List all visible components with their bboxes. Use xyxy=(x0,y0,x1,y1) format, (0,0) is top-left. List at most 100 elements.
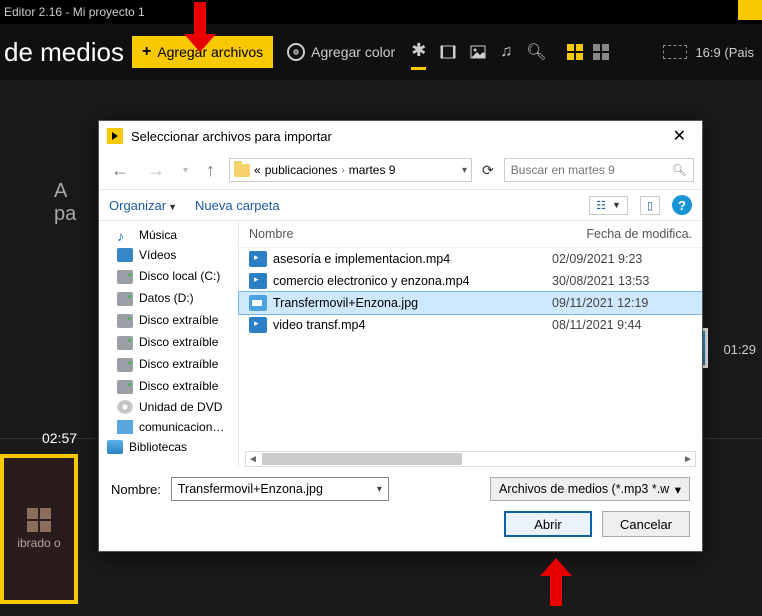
file-row[interactable]: comercio electronico y enzona.mp430/08/2… xyxy=(239,270,702,292)
crumb-1[interactable]: publicaciones xyxy=(265,163,338,177)
network-icon xyxy=(117,420,133,434)
tree-ext-2[interactable]: Disco extraíble xyxy=(99,331,238,353)
chevron-down-icon[interactable]: ▾ xyxy=(675,482,681,497)
dialog-title: Seleccionar archivos para importar xyxy=(131,129,332,144)
organize-menu[interactable]: Organizar▼ xyxy=(109,198,177,213)
scroll-right-icon[interactable]: ► xyxy=(681,454,695,465)
tree-music[interactable]: ♪Música xyxy=(99,225,238,245)
app-title: Editor 2.16 - Mi proyecto 1 xyxy=(4,5,145,19)
scroll-left-icon[interactable]: ◄ xyxy=(246,454,260,465)
filename-input[interactable]: Transfermovil+Enzona.jpg ▾ xyxy=(171,477,389,501)
chevron-down-icon[interactable]: ▾ xyxy=(462,165,467,176)
timeline-time-right: 01:29 xyxy=(723,342,756,357)
section-title: de medios xyxy=(4,37,124,68)
video-folder-icon xyxy=(117,248,133,262)
view-mode-group xyxy=(567,44,609,60)
cancel-button[interactable]: Cancelar xyxy=(602,511,690,537)
grid-small-icon[interactable] xyxy=(593,44,609,60)
favorites-tab-icon[interactable]: ✱ xyxy=(411,40,426,70)
file-type-filter[interactable]: Archivos de medios (*.mp3 *.w ▾ xyxy=(490,477,690,501)
drive-icon xyxy=(117,314,133,328)
tree-ext-3[interactable]: Disco extraíble xyxy=(99,353,238,375)
video-icon[interactable] xyxy=(440,44,456,60)
video-file-icon xyxy=(249,273,267,289)
preview-pane-button[interactable]: ▯ xyxy=(640,196,660,215)
music-note-icon: ♪ xyxy=(117,228,133,242)
filename-label: Nombre: xyxy=(111,482,161,497)
workspace-hint: A pa xyxy=(54,180,76,226)
tree-data-d[interactable]: Datos (D:) xyxy=(99,287,238,309)
nav-up-icon[interactable]: ↑ xyxy=(202,158,219,183)
media-toolbar: de medios + Agregar archivos Agregar col… xyxy=(0,24,762,80)
drop-label: ibrado o xyxy=(17,536,60,550)
tree-ext-1[interactable]: Disco extraíble xyxy=(99,309,238,331)
file-list: Nombre Fecha de modifica. asesoría e imp… xyxy=(239,221,702,467)
folder-icon xyxy=(234,164,250,177)
file-date: 09/11/2021 12:19 xyxy=(552,296,692,310)
file-row[interactable]: video transf.mp408/11/2021 9:44 xyxy=(239,314,702,336)
timeline-drop-zone[interactable]: ibrado o xyxy=(0,454,78,604)
video-file-icon xyxy=(249,251,267,267)
nav-forward-icon[interactable]: → xyxy=(143,158,169,183)
app-icon xyxy=(107,128,123,144)
close-icon[interactable]: ✕ xyxy=(665,124,694,148)
aspect-ratio-selector[interactable]: 16:9 (Pais xyxy=(663,45,758,60)
file-open-dialog: Seleccionar archivos para importar ✕ ← →… xyxy=(98,120,703,552)
chevron-down-icon[interactable]: ▾ xyxy=(377,484,382,495)
dialog-nav-bar: ← → ▾ ↑ « publicaciones › martes 9 ▾ ⟳ 🔍… xyxy=(99,151,702,189)
file-name: Transfermovil+Enzona.jpg xyxy=(273,296,552,310)
help-icon[interactable]: ? xyxy=(672,195,692,215)
new-folder-button[interactable]: Nueva carpeta xyxy=(195,198,280,213)
music-icon[interactable]: ♫ xyxy=(500,43,512,61)
drive-icon xyxy=(117,336,133,350)
details-view-icon: ☷ xyxy=(596,199,606,212)
search-icon[interactable]: 🔍︎ xyxy=(526,42,546,62)
add-color-button[interactable]: Agregar color xyxy=(287,43,395,61)
view-mode-button[interactable]: ☷▼ xyxy=(589,196,628,215)
tree-dvd[interactable]: Unidad de DVD xyxy=(99,397,238,417)
file-name: video transf.mp4 xyxy=(273,318,552,332)
video-file-icon xyxy=(249,317,267,333)
drive-icon xyxy=(117,270,133,284)
grid-large-icon[interactable] xyxy=(567,44,583,60)
tree-comm[interactable]: comunicacion… xyxy=(99,417,238,437)
timeline-time-left: 02:57 xyxy=(42,430,77,446)
file-row[interactable]: asesoría e implementacion.mp402/09/2021 … xyxy=(239,248,702,270)
image-icon[interactable] xyxy=(470,44,486,60)
nav-recent-icon[interactable]: ▾ xyxy=(179,163,192,178)
file-list-header[interactable]: Nombre Fecha de modifica. xyxy=(239,221,702,248)
app-title-bar: Editor 2.16 - Mi proyecto 1 xyxy=(0,0,762,24)
refresh-icon[interactable]: ⟳ xyxy=(482,162,494,179)
annotation-arrow-bottom xyxy=(540,558,572,608)
nav-back-icon[interactable]: ← xyxy=(107,158,133,183)
file-date: 08/11/2021 9:44 xyxy=(552,318,692,332)
tree-libraries[interactable]: Bibliotecas xyxy=(99,437,238,457)
title-action-button[interactable] xyxy=(738,0,762,20)
col-date[interactable]: Fecha de modifica. xyxy=(586,227,692,241)
breadcrumb-path[interactable]: « publicaciones › martes 9 ▾ xyxy=(229,158,472,182)
tree-videos[interactable]: Vídeos xyxy=(99,245,238,265)
annotation-arrow-top xyxy=(184,2,216,52)
aspect-label: 16:9 (Pais xyxy=(695,45,754,60)
horizontal-scrollbar[interactable]: ◄ ► xyxy=(245,451,696,467)
media-type-icons: ✱ ♫ 🔍︎ xyxy=(411,34,546,70)
dialog-toolbar: Organizar▼ Nueva carpeta ☷▼ ▯ ? xyxy=(99,189,702,221)
file-row[interactable]: Transfermovil+Enzona.jpg09/11/2021 12:19 xyxy=(239,292,702,314)
folder-tree[interactable]: ♪Música Vídeos Disco local (C:) Datos (D… xyxy=(99,221,239,467)
aspect-box-icon xyxy=(663,45,687,59)
file-date: 02/09/2021 9:23 xyxy=(552,252,692,266)
tree-ext-4[interactable]: Disco extraíble xyxy=(99,375,238,397)
search-box[interactable]: 🔍︎ xyxy=(504,158,694,182)
preview-pane-icon: ▯ xyxy=(647,199,653,212)
image-file-icon xyxy=(249,295,267,311)
library-icon xyxy=(107,440,123,454)
open-button[interactable]: Abrir xyxy=(504,511,592,537)
drive-icon xyxy=(117,358,133,372)
tree-disk-c[interactable]: Disco local (C:) xyxy=(99,265,238,287)
crumb-2[interactable]: martes 9 xyxy=(349,163,396,177)
col-name[interactable]: Nombre xyxy=(249,227,586,241)
search-input[interactable] xyxy=(511,163,666,177)
color-wheel-icon xyxy=(287,43,305,61)
add-color-label: Agregar color xyxy=(311,44,395,60)
scrollbar-thumb[interactable] xyxy=(262,453,462,465)
